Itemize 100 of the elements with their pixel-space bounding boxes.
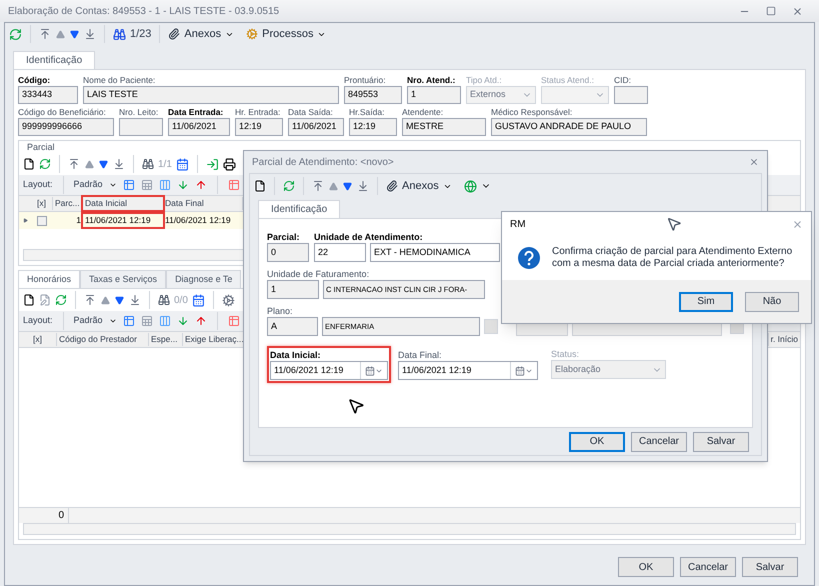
next-record-icon[interactable] (115, 296, 124, 304)
new-icon[interactable] (23, 294, 35, 306)
tab[interactable]: Identificação (13, 51, 96, 69)
grid-icon[interactable] (228, 179, 240, 191)
refresh-icon[interactable] (283, 180, 295, 192)
caret-icon[interactable] (108, 317, 117, 325)
dialog-button[interactable]: Cancelar (680, 557, 736, 577)
layout-dropdown[interactable]: Padrão (74, 178, 103, 192)
input-field[interactable] (614, 86, 648, 104)
grid-icon[interactable] (228, 315, 240, 327)
input-field[interactable]: 12:19 (235, 118, 283, 136)
previous-record-icon[interactable] (85, 160, 94, 168)
tab[interactable]: Identificação (258, 200, 340, 218)
search-icon[interactable] (142, 158, 154, 170)
import-icon[interactable] (176, 179, 189, 191)
dropdown-field[interactable] (541, 86, 609, 104)
dialog-button[interactable]: Não (745, 292, 799, 312)
field-label: Data Saída: (288, 106, 333, 118)
dialog-button[interactable]: OK (618, 557, 674, 577)
input-field[interactable]: EXT - HEMODINAMICA (370, 243, 500, 262)
export-icon[interactable] (194, 315, 207, 327)
dialog-button[interactable]: Salvar (693, 432, 749, 452)
input-field[interactable]: 22 (314, 243, 366, 262)
last-record-icon[interactable] (113, 158, 125, 170)
caret-icon[interactable] (108, 181, 117, 189)
input-field[interactable]: 999999996666 (18, 118, 114, 136)
last-record-icon[interactable] (84, 28, 96, 40)
tab[interactable]: Taxas e Serviços (80, 270, 166, 288)
close-icon[interactable] (792, 6, 803, 16)
input-field[interactable] (119, 118, 163, 136)
grid-icon[interactable] (140, 315, 153, 327)
next-record-icon[interactable] (343, 182, 352, 190)
field-label: Status: (551, 348, 580, 360)
column-header: Parc... (53, 197, 83, 210)
calendar-icon[interactable] (176, 158, 189, 170)
close-icon[interactable] (792, 218, 803, 230)
first-record-icon[interactable] (84, 294, 96, 306)
record-counter: 0/0 (174, 294, 188, 308)
toolbar-menu[interactable]: Anexos (386, 178, 439, 194)
first-record-icon[interactable] (312, 180, 324, 192)
previous-record-icon[interactable] (56, 30, 65, 38)
search-icon[interactable] (113, 28, 126, 40)
input-field[interactable]: 11/06/2021 (288, 118, 344, 136)
input-field[interactable]: 1 (407, 86, 461, 104)
gear-icon[interactable] (222, 294, 235, 306)
last-record-icon[interactable] (357, 180, 369, 192)
dialog-button[interactable]: Sim (679, 292, 733, 312)
new-icon[interactable] (23, 158, 35, 170)
refresh-icon[interactable] (55, 294, 67, 306)
grid-icon[interactable] (140, 179, 153, 191)
field-label: Atendente: (402, 106, 444, 118)
checkbox[interactable] (37, 216, 47, 226)
last-record-icon[interactable] (129, 294, 141, 306)
gear-icon (246, 28, 258, 40)
first-record-icon[interactable] (39, 28, 51, 40)
columns-icon[interactable] (158, 179, 171, 191)
calendar-icon[interactable] (192, 294, 205, 306)
input-field[interactable]: 1 (267, 280, 319, 299)
printer-icon[interactable] (222, 158, 236, 170)
maximize-icon[interactable] (766, 6, 776, 16)
toolbar-menu[interactable]: Processos (246, 26, 314, 42)
refresh-icon[interactable] (39, 158, 51, 170)
import-icon[interactable] (176, 315, 189, 327)
date-field[interactable]: 11/06/2021 12:19 (398, 361, 538, 380)
close-icon[interactable] (749, 157, 759, 167)
dialog-button[interactable]: OK (569, 432, 625, 452)
dialog-button[interactable]: Salvar (742, 557, 798, 577)
tab[interactable]: Diagnose e Te (166, 270, 242, 288)
next-record-icon[interactable] (70, 30, 79, 38)
horizontal-scrollbar[interactable] (23, 523, 796, 535)
columns-icon[interactable] (158, 315, 171, 327)
input-field[interactable]: A (267, 317, 318, 336)
input-field[interactable]: GUSTAVO ANDRADE DE PAULO (491, 118, 647, 136)
input-field[interactable]: LAIS TESTE (83, 86, 339, 104)
input-field[interactable]: 11/06/2021 (168, 118, 230, 136)
first-record-icon[interactable] (68, 158, 80, 170)
new-icon[interactable] (254, 180, 266, 192)
layout-dropdown[interactable]: Padrão (74, 314, 103, 328)
next-record-icon[interactable] (99, 160, 108, 168)
previous-record-icon[interactable] (101, 296, 110, 304)
input-field[interactable]: 12:19 (349, 118, 397, 136)
dialog-button[interactable]: Cancelar (631, 432, 687, 452)
field-label: Médico Responsável: (491, 106, 572, 118)
date-field[interactable]: 11/06/2021 12:19 (270, 361, 388, 380)
tab[interactable]: Honorários (18, 270, 80, 288)
field-label: Hr.Saída: (349, 106, 384, 118)
field-label: Nro. Atend.: (407, 74, 456, 86)
previous-record-icon[interactable] (329, 182, 338, 190)
field-label: Plano: (267, 305, 293, 317)
grid-icon[interactable] (122, 179, 135, 191)
input-field[interactable]: 333443 (18, 86, 78, 104)
search-icon[interactable] (158, 294, 170, 306)
refresh-icon[interactable] (9, 28, 22, 40)
input-field[interactable]: MESTRE (402, 118, 486, 136)
toolbar-menu[interactable]: Anexos (168, 26, 222, 42)
grid-icon[interactable] (122, 315, 135, 327)
edit-icon[interactable] (39, 294, 51, 306)
input-field[interactable]: 849553 (344, 86, 402, 104)
export-icon[interactable] (194, 179, 207, 191)
input-field[interactable]: 0 (267, 243, 309, 262)
